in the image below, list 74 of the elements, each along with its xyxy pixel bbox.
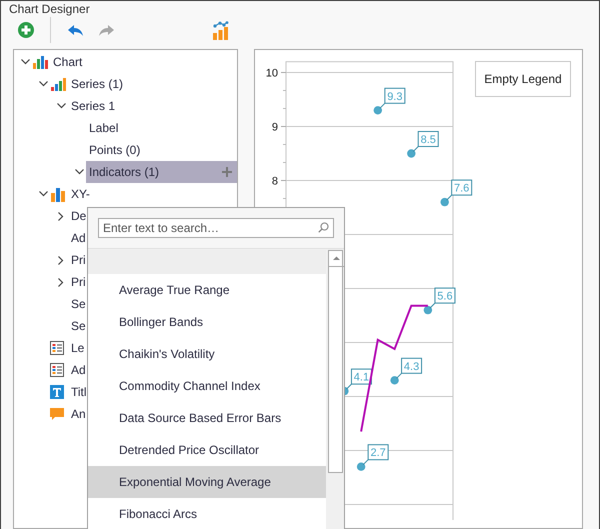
chevron-right-icon[interactable] (58, 278, 64, 286)
tree-item[interactable]: Chart (50, 51, 237, 73)
data-label: 4.1 (350, 368, 372, 385)
list-item[interactable]: Commodity Channel Index (88, 370, 326, 402)
tree-item[interactable]: XY- (68, 183, 237, 205)
leader-line (379, 102, 386, 109)
tree-item-label: Se (71, 297, 86, 311)
chevron-right-icon[interactable] (58, 212, 64, 220)
redo-icon (98, 24, 115, 36)
undo-icon (67, 24, 84, 36)
leader-line (429, 302, 436, 309)
list-item[interactable]: Chaikin's Volatility (88, 338, 326, 370)
search-icon[interactable] (318, 222, 329, 233)
title-icon (50, 385, 64, 399)
chevron-down-icon[interactable] (74, 169, 84, 175)
tree-item[interactable]: Label (86, 117, 237, 139)
tree-item[interactable]: Series 1 (68, 95, 237, 117)
list-item[interactable]: Fibonacci Arcs (88, 498, 326, 529)
data-label: 4.3 (404, 360, 420, 373)
search-field[interactable]: Enter text to search… (98, 218, 334, 238)
data-label: 7.6 (451, 180, 472, 196)
list-item[interactable]: Average True Range (88, 274, 326, 306)
data-label: 5.6 (437, 290, 453, 303)
tree-item[interactable]: Points (0) (86, 139, 237, 161)
chevron-down-icon[interactable] (38, 81, 48, 87)
list-item[interactable]: Bollinger Bands (88, 306, 326, 338)
chart-legend: Empty Legend (475, 61, 571, 97)
toolbar-button[interactable] (212, 20, 229, 40)
axis-tick-label: 10 (266, 68, 278, 80)
tree-item-label: Indicators (1) (89, 165, 160, 179)
chart-wizard-icon (212, 20, 229, 40)
list-item[interactable]: Detrended Price Oscillator (88, 434, 326, 466)
data-label: 9.3 (384, 88, 406, 104)
list-item[interactable]: Exponential Moving Average (88, 466, 326, 498)
chevron-down-icon[interactable] (38, 191, 48, 197)
toolbar-button[interactable] (17, 20, 35, 40)
chevron-right-icon[interactable] (58, 256, 64, 264)
chevron-down-icon[interactable] (56, 103, 66, 109)
data-label: 7.6 (454, 182, 470, 195)
data-label: 4.1 (354, 372, 370, 384)
window-title: Chart Designer (9, 2, 90, 16)
data-label: 8.5 (418, 131, 439, 147)
scrollbar[interactable] (328, 250, 343, 473)
annotation-icon (50, 407, 64, 421)
tree-item-label: Series 1 (71, 99, 116, 113)
data-label: 8.5 (420, 134, 436, 146)
axis-tick-label: 9 (272, 122, 278, 134)
tree-item-label: De (71, 209, 86, 223)
legend-icon (50, 363, 64, 377)
leader-line (346, 384, 352, 390)
leader-line (362, 459, 369, 466)
axis-tick-label: 8 (272, 176, 278, 188)
tree-item-label: XY- (71, 187, 90, 201)
tree-item-label: Series (1) (71, 77, 124, 91)
tree-item[interactable]: Series (1) (68, 73, 237, 95)
bar-chart-icon (50, 77, 66, 91)
add-icon (18, 22, 34, 38)
tree-item-label: Label (89, 121, 118, 135)
bar-chart-icon (32, 55, 48, 69)
leader-line (396, 372, 402, 379)
tree-item-label: Ad (71, 363, 86, 377)
data-label: 2.7 (370, 447, 386, 460)
data-label: 2.7 (368, 444, 389, 460)
data-label: 9.3 (387, 90, 402, 103)
tree-item-label: Pri (71, 253, 86, 267)
list-item[interactable]: Data Source Based Error Bars (88, 402, 326, 434)
tree-item-label: Chart (53, 55, 82, 69)
chevron-down-icon[interactable] (20, 59, 30, 65)
bar-chart-icon (50, 186, 65, 202)
data-label: 5.6 (434, 288, 456, 304)
data-label: 4.3 (401, 358, 422, 374)
tree-item-label: Points (0) (89, 143, 140, 157)
tree-item[interactable]: Indicators (1) (86, 161, 237, 183)
legend-icon (50, 341, 64, 355)
